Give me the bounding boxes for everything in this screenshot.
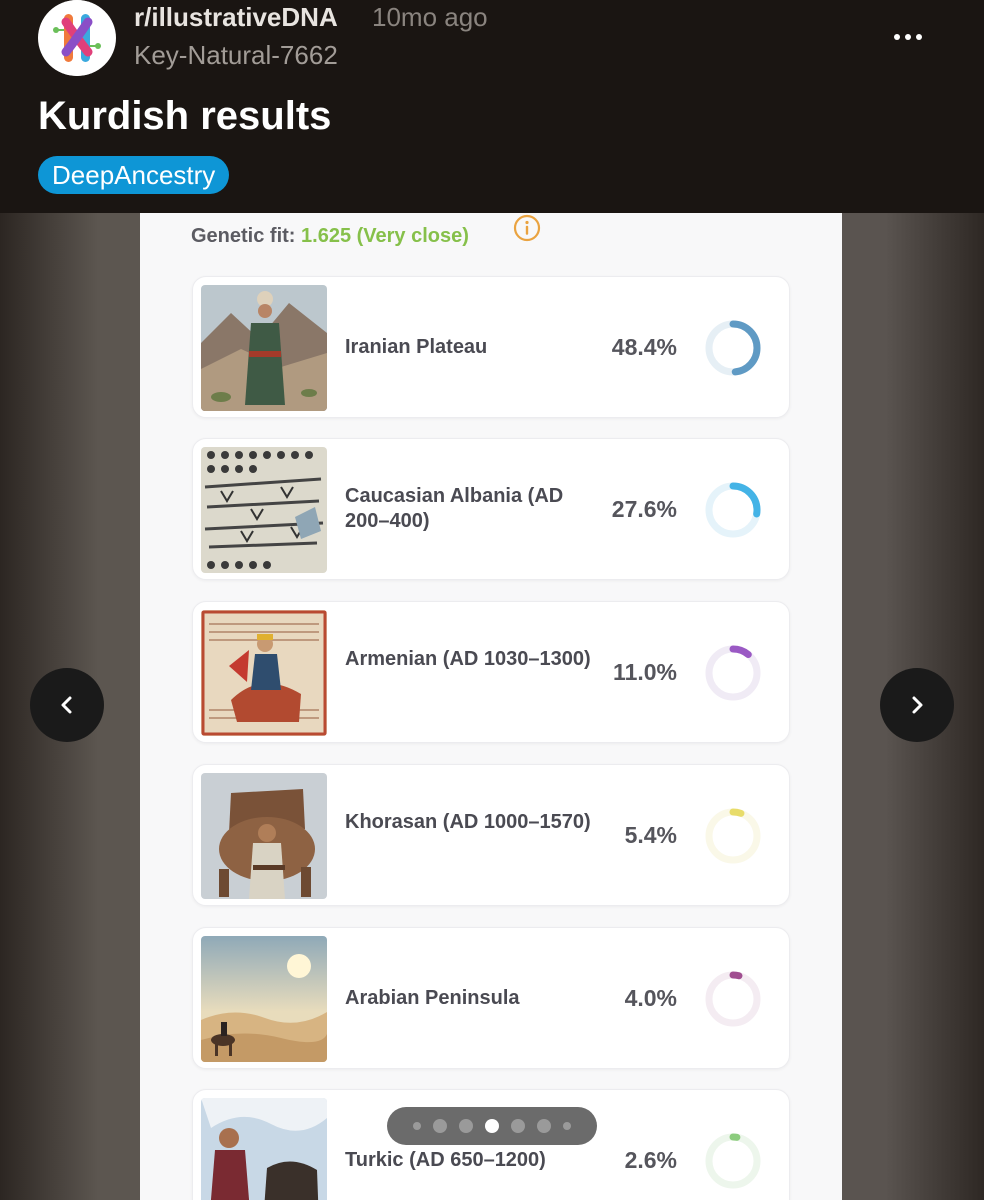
population-donut (705, 1133, 761, 1189)
slide-dot[interactable] (511, 1119, 525, 1133)
donut-track (705, 1133, 761, 1189)
population-name: Armenian (AD 1030–1300) (345, 648, 591, 670)
slide-dot[interactable] (563, 1122, 571, 1130)
population-percent: 48.4% (611, 334, 677, 360)
chevron-right-icon (912, 696, 923, 714)
subreddit-name[interactable]: r/illustrativeDNA (134, 2, 338, 33)
genetic-fit: Genetic fit: 1.625 (Very close) (191, 225, 469, 248)
population-card[interactable]: Armenian (AD 1030–1300) 11.0% (192, 601, 790, 743)
population-image (201, 1098, 327, 1200)
population-card[interactable]: Arabian Peninsula 4.0% (192, 927, 790, 1069)
more-options-button[interactable] (884, 20, 932, 54)
population-image (201, 773, 327, 899)
population-percent: 27.6% (611, 496, 677, 522)
donut-track (705, 971, 761, 1027)
donut-track (705, 808, 761, 864)
population-donut (705, 808, 761, 864)
subreddit-avatar[interactable] (38, 0, 116, 76)
population-percent: 11.0% (613, 659, 677, 685)
slide-dot[interactable] (459, 1119, 473, 1133)
population-percent: 5.4% (624, 822, 677, 848)
population-percent: 4.0% (624, 985, 677, 1011)
genetic-fit-label: Genetic fit: (191, 225, 296, 247)
image-gallery[interactable]: Genetic fit: 1.625 (Very close) Iranian … (0, 213, 984, 1200)
gallery-slide: Genetic fit: 1.625 (Very close) Iranian … (140, 213, 842, 1200)
post-title: Kurdish results (38, 94, 332, 138)
slide-dot[interactable] (433, 1119, 447, 1133)
chevron-left-icon (61, 696, 72, 714)
slide-dot-active[interactable] (485, 1119, 499, 1133)
previous-slide-button[interactable] (30, 668, 104, 742)
more-dots-icon (894, 34, 900, 40)
genetic-fit-value: 1.625 (Very close) (301, 225, 469, 247)
population-image (201, 936, 327, 1062)
population-card[interactable]: Caucasian Albania (AD 200–400) 27.6% (192, 438, 790, 580)
population-card[interactable]: Iranian Plateau 48.4% (192, 276, 790, 418)
dna-logo-icon (39, 0, 115, 76)
population-name: Khorasan (AD 1000–1570) (345, 811, 591, 833)
more-dots-icon (916, 34, 922, 40)
slide-dot[interactable] (413, 1122, 421, 1130)
population-card[interactable]: Khorasan (AD 1000–1570) 5.4% (192, 764, 790, 906)
population-image (201, 285, 327, 411)
population-donut (705, 645, 761, 701)
population-name: Arabian Peninsula (345, 987, 520, 1009)
population-donut (705, 482, 761, 538)
slide-indicator (387, 1107, 597, 1145)
info-icon[interactable] (512, 213, 542, 243)
population-donut (705, 971, 761, 1027)
population-percent: 2.6% (624, 1147, 677, 1173)
more-dots-icon (905, 34, 911, 40)
post-time: 10mo ago (372, 2, 488, 32)
population-donut (705, 320, 761, 376)
slide-dot[interactable] (537, 1119, 551, 1133)
post-header: r/illustrativeDNA 10mo ago Key-Natural-7… (0, 0, 984, 213)
next-slide-button[interactable] (880, 668, 954, 742)
population-image (201, 447, 327, 573)
population-name: Iranian Plateau (345, 336, 488, 358)
population-name: Caucasian Albania (AD 200–400) (345, 485, 564, 532)
post-flair[interactable]: DeepAncestry (38, 156, 230, 194)
population-image (201, 610, 327, 736)
post-author[interactable]: Key-Natural-7662 (134, 40, 338, 71)
population-name: Turkic (AD 650–1200) (345, 1149, 546, 1171)
